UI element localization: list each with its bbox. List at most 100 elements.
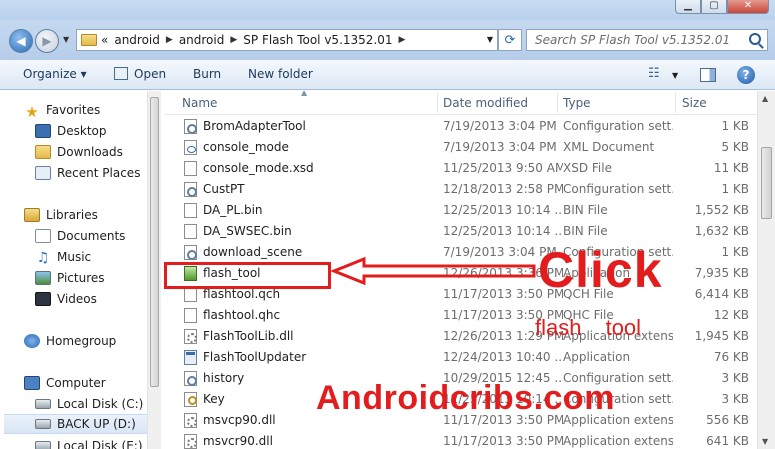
file-row[interactable]: msvcr90.dll 11/17/2013 3:50 PM Application… <box>165 431 757 449</box>
breadcrumb-current-folder[interactable]: SP Flash Tool v5.1352.01 <box>243 33 392 47</box>
nav-computer[interactable]: Computer <box>24 373 106 393</box>
target-label: flash tool <box>535 315 642 340</box>
breadcrumb-android-2[interactable]: android <box>179 33 225 47</box>
file-size: 1 KB <box>721 182 749 196</box>
nav-music-label: Music <box>57 250 92 264</box>
computer-icon <box>24 376 40 390</box>
file-size: 11 KB <box>713 161 749 175</box>
file-name: flashtool.qhc <box>203 308 281 322</box>
nav-recent-places[interactable]: Recent Places <box>35 163 140 183</box>
nav-libraries[interactable]: Libraries <box>24 205 98 225</box>
nav-homegroup[interactable]: Homegroup <box>24 331 116 351</box>
navigation-scrollbar[interactable] <box>147 91 161 449</box>
nav-pictures[interactable]: Pictures <box>35 268 105 288</box>
file-type: Configuration sett... <box>563 119 673 133</box>
file-list-scrollbar[interactable]: ▲ ▼ <box>757 91 775 449</box>
organize-button[interactable]: Organize ▾ <box>23 67 87 81</box>
nav-local-disk-e[interactable]: Local Disk (E:) <box>35 436 143 449</box>
recent-pages-dropdown[interactable]: ▼ <box>63 35 69 44</box>
file-cfg-icon <box>184 371 197 386</box>
scroll-down-icon[interactable]: ▼ <box>762 437 768 446</box>
file-xml-icon <box>184 140 197 155</box>
file-row[interactable]: console_mode 7/19/2013 3:04 PM XML Documen… <box>165 137 757 158</box>
address-bar[interactable]: « android ▶ android ▶ SP Flash Tool v5.1… <box>76 29 498 51</box>
file-doc-icon <box>184 308 197 323</box>
file-size: 3 KB <box>721 371 749 385</box>
address-row: ◀ ▶ ▼ « android ▶ android ▶ SP Flash Too… <box>0 20 775 60</box>
forward-button[interactable]: ▶ <box>35 29 59 53</box>
file-row[interactable]: CustPT 12/18/2013 2:58 PM Configuration se… <box>165 179 757 200</box>
column-name-header[interactable]: Name <box>182 96 217 110</box>
search-input[interactable] <box>535 33 735 47</box>
file-size: 1,632 KB <box>694 224 749 238</box>
recent-places-icon <box>35 166 51 180</box>
chevron-down-icon[interactable]: ▼ <box>487 35 493 44</box>
search-box[interactable] <box>526 29 768 51</box>
search-icon[interactable] <box>749 33 761 45</box>
file-type: Application extens... <box>563 434 673 448</box>
column-divider[interactable] <box>437 93 438 113</box>
preview-pane-icon[interactable] <box>700 68 716 82</box>
navigation-scroll-thumb[interactable] <box>150 97 159 387</box>
breadcrumb-overflow[interactable]: « <box>101 33 108 47</box>
open-button[interactable]: Open <box>114 67 166 81</box>
file-doc-icon <box>184 161 197 176</box>
chevron-right-icon[interactable]: ▶ <box>230 35 237 45</box>
scroll-up-icon[interactable]: ▲ <box>762 94 768 103</box>
new-folder-button[interactable]: New folder <box>248 67 313 81</box>
burn-button[interactable]: Burn <box>193 67 221 81</box>
minimize-button[interactable]: ▁ <box>675 0 701 14</box>
nav-documents[interactable]: Documents <box>35 226 125 246</box>
file-size: 3 KB <box>721 392 749 406</box>
file-row[interactable]: BromAdapterTool 7/19/2013 3:04 PM Configur… <box>165 116 757 137</box>
breadcrumb-android-1[interactable]: android <box>114 33 160 47</box>
file-type: BIN File <box>563 203 608 217</box>
libraries-icon <box>24 208 40 222</box>
file-name: BromAdapterTool <box>203 119 306 133</box>
drive-icon <box>35 399 51 409</box>
help-icon[interactable]: ? <box>737 66 755 84</box>
view-dropdown-icon[interactable]: ▼ <box>672 71 678 80</box>
nav-music[interactable]: ♫ Music <box>35 247 91 267</box>
nav-local-e-label: Local Disk (E:) <box>57 439 143 449</box>
back-button[interactable]: ◀ <box>9 29 33 53</box>
file-size: 5 KB <box>721 140 749 154</box>
file-size: 1,552 KB <box>694 203 749 217</box>
file-row[interactable]: FlashToolLib.dll 12/26/2013 1:29 PM Applic… <box>165 326 757 347</box>
column-divider[interactable] <box>557 93 558 113</box>
file-size: 556 KB <box>706 413 749 427</box>
nav-desktop[interactable]: Desktop <box>35 121 107 141</box>
music-icon: ♫ <box>36 250 50 266</box>
nav-downloads[interactable]: Downloads <box>35 142 123 162</box>
file-size: 641 KB <box>706 434 749 448</box>
file-name: console_mode <box>203 140 289 154</box>
maximize-button[interactable]: ▢ <box>701 0 727 14</box>
chevron-right-icon[interactable]: ▶ <box>399 35 406 45</box>
file-list-scroll-thumb[interactable] <box>761 147 772 219</box>
file-size: 12 KB <box>713 308 749 322</box>
column-date-header[interactable]: Date modified <box>443 96 528 110</box>
view-options-icon[interactable]: ☷ <box>648 66 660 81</box>
file-row[interactable]: FlashToolUpdater 12/24/2013 10:40 ... Appl… <box>165 347 757 368</box>
pictures-icon <box>35 271 51 285</box>
file-row[interactable]: DA_SWSEC.bin 12/25/2013 10:14 ... BIN File… <box>165 221 757 242</box>
column-size-header[interactable]: Size <box>682 96 707 110</box>
refresh-button[interactable]: ⟳ <box>498 29 522 51</box>
column-divider[interactable] <box>675 93 676 113</box>
nav-backup-d[interactable]: BACK UP (D:) <box>4 414 148 434</box>
nav-videos[interactable]: Videos <box>35 289 97 309</box>
downloads-folder-icon <box>35 145 51 159</box>
chevron-right-icon[interactable]: ▶ <box>166 35 173 45</box>
nav-homegroup-label: Homegroup <box>46 334 117 348</box>
file-row[interactable]: DA_PL.bin 12/25/2013 10:14 ... BIN File 1,5… <box>165 200 757 221</box>
file-key-icon <box>184 392 197 407</box>
folder-icon <box>81 34 97 46</box>
file-name: CustPT <box>203 182 245 196</box>
nav-favorites[interactable]: ★ Favorites <box>24 100 100 121</box>
close-button[interactable]: ✕ <box>727 0 769 14</box>
nav-local-disk-c[interactable]: Local Disk (C:) <box>35 394 143 414</box>
file-row[interactable]: console_mode.xsd 11/25/2013 9:50 AM XSD Fi… <box>165 158 757 179</box>
file-row[interactable]: flashtool.qhc 11/17/2013 3:50 PM QHC File 1… <box>165 305 757 326</box>
column-type-header[interactable]: Type <box>563 96 591 110</box>
file-cfg-icon <box>184 182 197 197</box>
